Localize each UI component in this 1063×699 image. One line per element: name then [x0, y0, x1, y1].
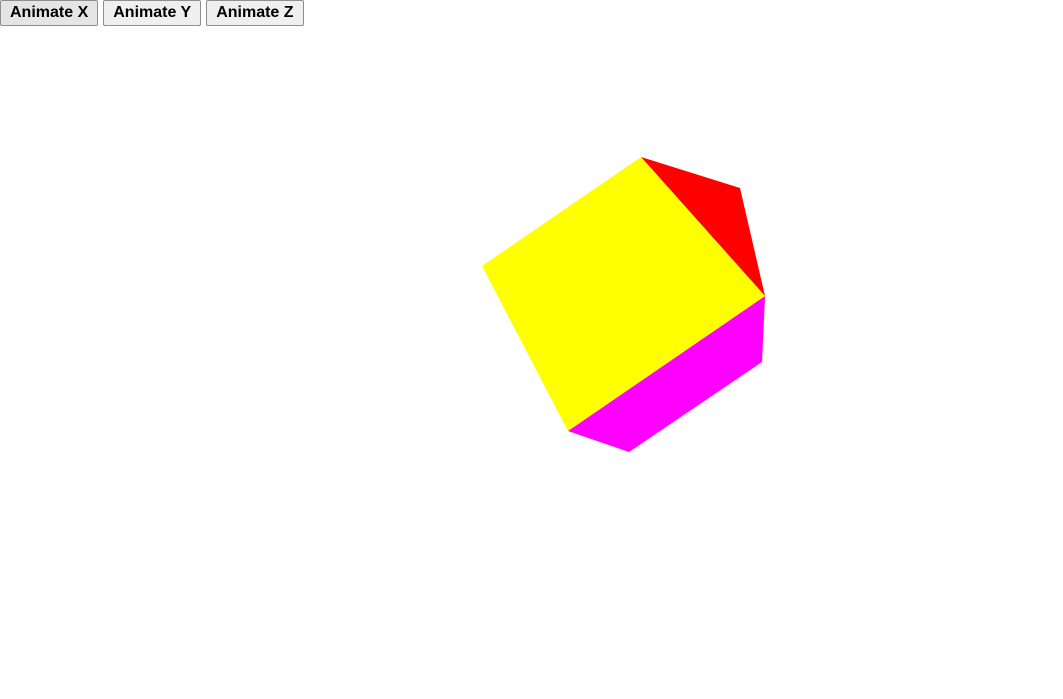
front-face	[482, 157, 765, 431]
top-face	[641, 157, 765, 296]
animate-y-button[interactable]: Animate Y	[103, 0, 202, 26]
animate-z-button[interactable]: Animate Z	[206, 0, 304, 26]
cube-canvas	[482, 157, 765, 452]
cube	[482, 157, 765, 452]
animation-toolbar: Animate X Animate Y Animate Z	[0, 0, 304, 26]
bottom-face	[568, 296, 765, 452]
animate-x-button[interactable]: Animate X	[0, 0, 99, 26]
